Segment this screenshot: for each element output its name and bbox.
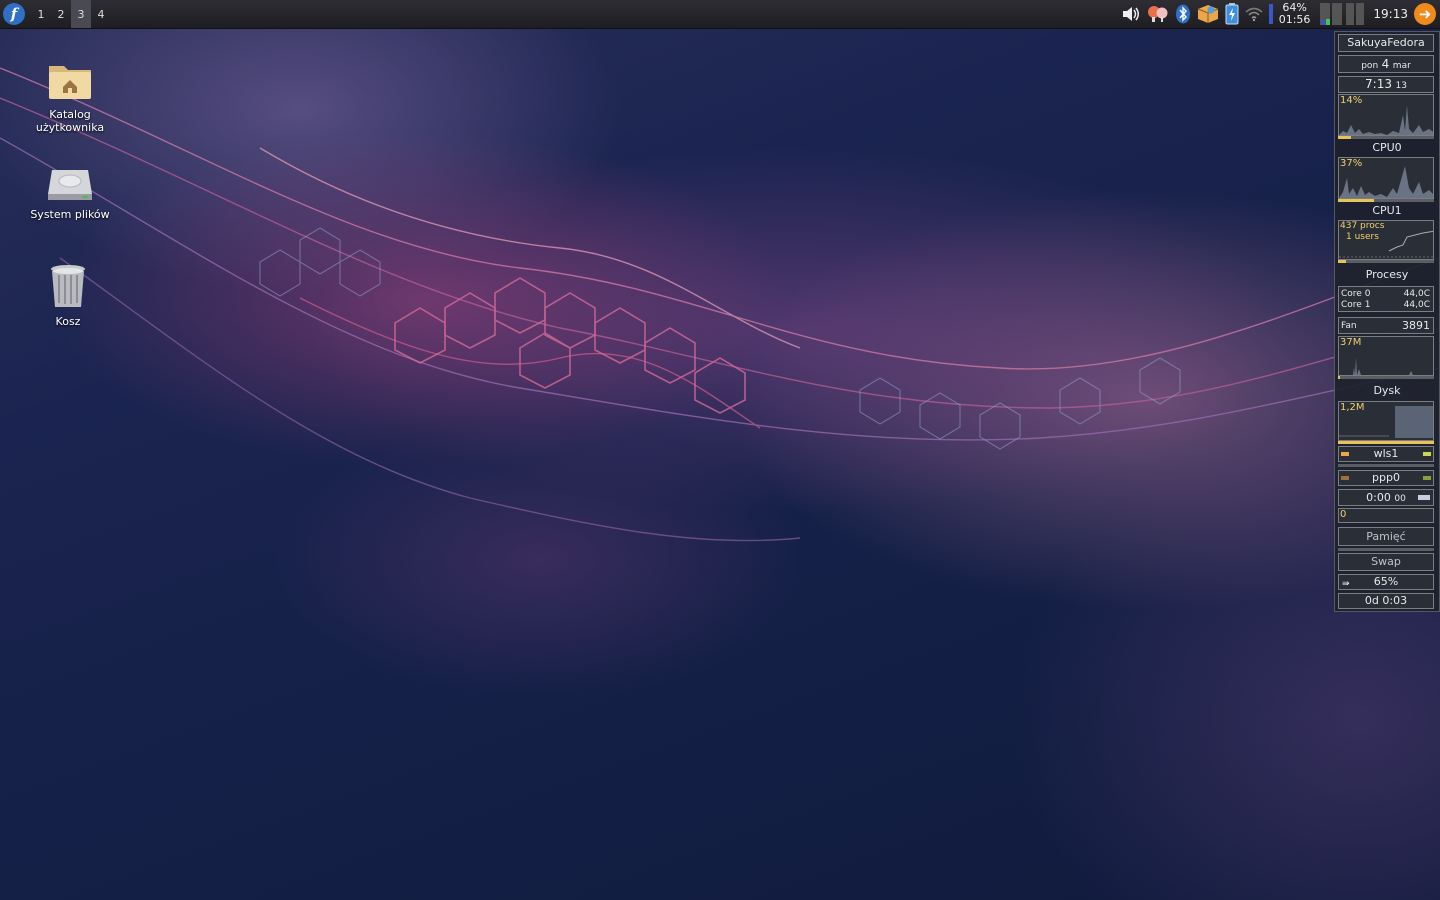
- fedora-menu-icon[interactable]: f: [3, 3, 25, 25]
- desktop-icon-label: System plików: [30, 208, 110, 221]
- memory-label: Pamięć: [1366, 530, 1406, 543]
- users-count: 1 users: [1346, 232, 1379, 242]
- temperatures-box: Core 0 44,0C Core 1 44,0C: [1338, 286, 1434, 312]
- fan-value: 3891: [1402, 319, 1430, 332]
- procs-count: 437 procs: [1340, 221, 1385, 231]
- workspace-3[interactable]: 3: [71, 0, 91, 28]
- core1-label: Core 1: [1341, 300, 1371, 310]
- workspace-4[interactable]: 4: [91, 0, 111, 28]
- desktop-icon-trash[interactable]: Kosz: [13, 263, 123, 328]
- desktop-icon-label: Kosz: [55, 315, 81, 328]
- connection-icon: [1418, 495, 1430, 500]
- conn-seconds: 00: [1394, 494, 1406, 504]
- net-wls1: wls1: [1338, 446, 1434, 462]
- processes-graph: 437 procs 1 users: [1338, 220, 1434, 260]
- battery-time: 01:56: [1278, 13, 1311, 26]
- logout-icon[interactable]: ➜: [1414, 3, 1436, 25]
- net-ppp0: ppp0: [1338, 470, 1434, 486]
- bluetooth-icon[interactable]: [1175, 4, 1191, 24]
- workspace-2[interactable]: 2: [51, 0, 71, 28]
- download-indicator: [1423, 452, 1431, 456]
- day-name: pon: [1361, 61, 1379, 71]
- cpu1-percent: 37%: [1340, 158, 1363, 169]
- cpu1-graph: 37%: [1338, 157, 1434, 199]
- fan-label: Fan: [1341, 321, 1357, 331]
- upload-indicator: [1341, 476, 1349, 480]
- desktop-icon-filesystem[interactable]: System plików: [15, 166, 125, 221]
- cpu0-label: CPU0: [1372, 141, 1402, 154]
- memory-graph: 37M: [1338, 336, 1434, 376]
- desktop-icon-home[interactable]: Katalog użytkownika: [15, 60, 125, 134]
- core1-temp: 44,0C: [1403, 300, 1430, 310]
- fan-box: Fan 3891: [1338, 317, 1434, 334]
- memory-bar: [1338, 376, 1434, 379]
- wifi-icon[interactable]: [1245, 6, 1263, 22]
- seconds: 13: [1395, 81, 1407, 91]
- system-monitor-widget: SakuyaFedora pon 4 mar 7:13 13 14% CPU0 …: [1334, 31, 1440, 612]
- uptime: 0d 0:03: [1364, 594, 1408, 607]
- memory-usage-bar: [1338, 548, 1434, 551]
- cpu-monitor-icon[interactable]: [1320, 2, 1366, 26]
- disk-value: 1,2M: [1340, 402, 1365, 413]
- disk-bar: [1338, 441, 1434, 444]
- hard-drive-icon: [48, 170, 92, 200]
- download-indicator: [1423, 476, 1431, 480]
- core0-temp: 44,0C: [1403, 289, 1430, 299]
- messenger-icon[interactable]: [1147, 5, 1169, 23]
- hostname: SakuyaFedora: [1338, 34, 1434, 52]
- processes-bar: [1338, 260, 1434, 263]
- core0-label: Core 0: [1341, 289, 1371, 299]
- disk-label: Dysk: [1373, 384, 1401, 397]
- ppp0-label: ppp0: [1372, 471, 1400, 484]
- cpu0-percent: 14%: [1340, 95, 1363, 106]
- cpu1-label: CPU1: [1372, 204, 1402, 217]
- disk-graph: 1,2M: [1338, 401, 1434, 441]
- time: 7:13: [1365, 77, 1392, 91]
- wallpaper-mesh: [0, 67, 1440, 542]
- conn-time: 0:00: [1366, 491, 1391, 504]
- month-name: mar: [1392, 61, 1411, 71]
- package-updater-icon[interactable]: [1197, 4, 1219, 24]
- time-box: 7:13 13: [1338, 76, 1434, 93]
- workspace-1[interactable]: 1: [31, 0, 51, 28]
- panel-clock[interactable]: 19:13: [1373, 7, 1408, 21]
- wls1-bar: [1338, 464, 1434, 467]
- traffic-box: 0: [1338, 508, 1434, 523]
- desktop-icon-label: Katalog użytkownika: [35, 108, 105, 134]
- memory-label-box: Pamięć: [1338, 527, 1434, 546]
- upload-indicator: [1341, 452, 1349, 456]
- day-number: 4: [1381, 57, 1390, 71]
- battery-icon[interactable]: [1225, 3, 1239, 25]
- connection-time: 0:00 00: [1338, 489, 1434, 506]
- cpu0-bar: [1338, 136, 1434, 139]
- trash-icon: [51, 265, 85, 307]
- uptime-box: 0d 0:03: [1338, 593, 1434, 609]
- cpu1-bar: [1338, 199, 1434, 202]
- home-folder-icon: [49, 66, 91, 99]
- system-tray: 64% 01:56 19:13 ➜: [1118, 0, 1440, 28]
- battery-charge-icon: ⇛: [1342, 579, 1350, 589]
- traffic-value: 0: [1340, 509, 1347, 520]
- volume-icon[interactable]: [1121, 6, 1141, 22]
- top-panel: f 1 2 3 4 64% 01:56 19:13 ➜: [0, 0, 1440, 29]
- date-box: pon 4 mar: [1338, 55, 1434, 73]
- battery-level: 65%: [1373, 575, 1399, 588]
- processes-label: Procesy: [1365, 268, 1409, 281]
- cpu0-graph: 14%: [1338, 94, 1434, 136]
- battery-box: ⇛ 65%: [1338, 574, 1434, 590]
- swap-label-box: Swap: [1338, 553, 1434, 571]
- memory-value: 37M: [1340, 337, 1362, 348]
- battery-status[interactable]: 64% 01:56: [1268, 2, 1315, 26]
- swap-label: Swap: [1371, 555, 1401, 568]
- wls1-label: wls1: [1373, 447, 1399, 460]
